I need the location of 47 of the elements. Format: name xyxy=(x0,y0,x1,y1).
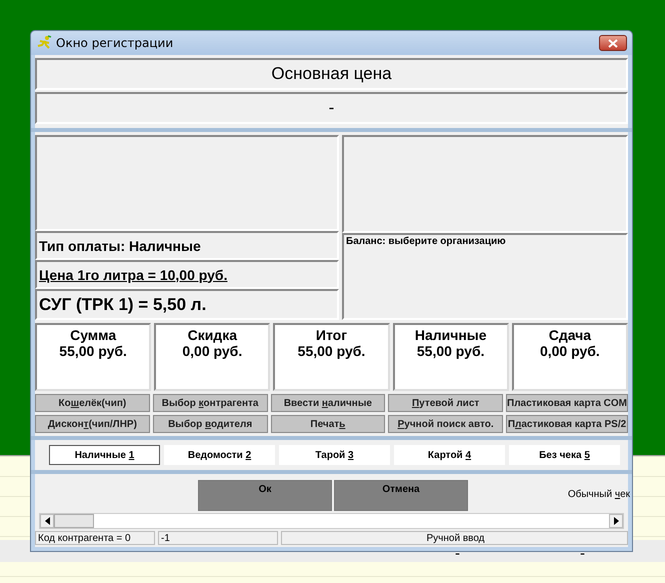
scroll-right-icon[interactable] xyxy=(609,514,623,528)
payment-tab[interactable]: Без чека 5 xyxy=(509,445,620,465)
balance-label: Баланс: выберите организацию xyxy=(342,233,628,320)
scroll-thumb[interactable] xyxy=(54,514,94,528)
total-value: 55,00 руб. xyxy=(416,343,484,359)
table-cell: - xyxy=(580,545,585,562)
action-button[interactable]: Ввести наличные xyxy=(270,394,386,412)
total-label: Скидка xyxy=(188,327,237,343)
status-field: Код контрагента = 0 xyxy=(35,531,155,545)
fuel-amount-label: СУГ (ТРК 1) = 5,50 л. xyxy=(35,289,339,320)
action-button[interactable]: Печать xyxy=(270,415,386,433)
payment-type-label: Тип оплаты: Наличные xyxy=(35,231,339,260)
scroll-left-icon[interactable] xyxy=(40,514,54,528)
action-button[interactable]: Путевой лист xyxy=(388,394,503,412)
window-title: Окно регистрации xyxy=(56,36,174,50)
running-figure-icon xyxy=(36,35,52,51)
total-label: Сумма xyxy=(70,327,116,343)
price-per-liter-label: Цена 1го литра = 10,00 руб. xyxy=(39,266,228,282)
subtitle-label: - xyxy=(35,92,628,124)
total-value: 0,00 руб. xyxy=(182,343,242,359)
dialog-button[interactable]: Ок xyxy=(198,480,332,511)
action-button[interactable]: Выбор контрагента xyxy=(152,394,268,412)
dialog-button[interactable]: Отмена xyxy=(334,480,468,511)
action-button[interactable]: Ручной поиск авто. xyxy=(388,415,503,433)
payment-tab[interactable]: Наличные 1 xyxy=(49,445,160,465)
total-label: Сдача xyxy=(548,327,592,343)
action-button[interactable]: Пластиковая карта PS/2 xyxy=(506,415,628,433)
close-icon xyxy=(608,38,618,48)
price-type-label: Основная цена xyxy=(35,58,628,90)
action-button[interactable]: Пластиковая карта COM xyxy=(506,394,628,412)
total-value: 55,00 руб. xyxy=(59,343,127,359)
payment-tab[interactable]: Тарой 3 xyxy=(279,445,390,465)
status-field: Ручной ввод xyxy=(281,531,628,545)
close-button[interactable] xyxy=(599,35,627,51)
total-label: Наличные xyxy=(414,327,487,343)
table-cell: - xyxy=(455,545,460,562)
horizontal-scrollbar[interactable] xyxy=(39,513,624,529)
status-field: -1 xyxy=(158,531,278,545)
receipt-mode-label[interactable]: Обычный чек xyxy=(568,489,630,500)
payment-tab[interactable]: Картой 4 xyxy=(394,445,505,465)
action-button[interactable]: Кошелёк(чип) xyxy=(35,394,150,412)
action-button[interactable]: Дисконт(чип/ЛНР) xyxy=(35,415,150,433)
action-button[interactable]: Выбор водителя xyxy=(152,415,268,433)
payment-tab[interactable]: Ведомости 2 xyxy=(164,445,275,465)
total-label: Итог xyxy=(316,327,348,343)
total-value: 0,00 руб. xyxy=(540,343,600,359)
total-value: 55,00 руб. xyxy=(298,343,366,359)
